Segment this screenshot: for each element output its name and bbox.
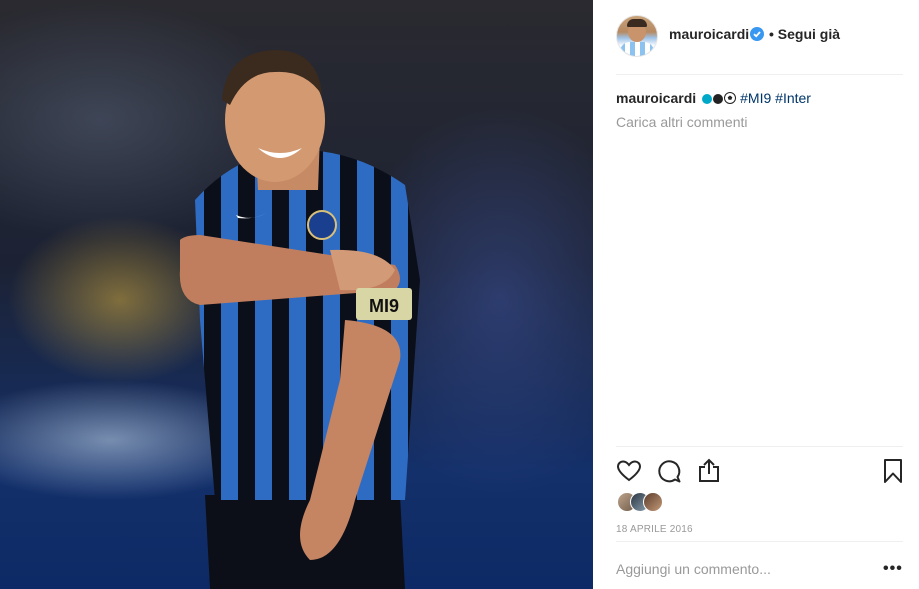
- blue-circle-emoji: [702, 94, 713, 104]
- jersey-shape: [195, 150, 420, 500]
- post-photo[interactable]: MI9: [0, 0, 593, 589]
- hashtag-link[interactable]: #MI9: [740, 90, 771, 106]
- hashtag-link[interactable]: #Inter: [775, 90, 811, 106]
- comment-divider: [616, 541, 903, 542]
- bookmark-icon[interactable]: [880, 458, 906, 484]
- more-options-icon[interactable]: •••: [883, 560, 903, 578]
- heart-icon[interactable]: [616, 458, 642, 484]
- post-actions-bar: [616, 458, 906, 484]
- player-illustration: MI9: [179, 50, 420, 589]
- actions-divider: [616, 446, 903, 447]
- caption-username-link[interactable]: mauroicardi: [616, 90, 696, 106]
- following-button[interactable]: • Segui già: [769, 26, 840, 42]
- soccer-ball-icon: [724, 90, 737, 104]
- liked-by-avatars[interactable]: [617, 492, 677, 512]
- verified-badge-icon: [750, 27, 764, 41]
- header-divider: [616, 74, 903, 75]
- load-more-comments-link[interactable]: Carica altri commenti: [616, 114, 747, 130]
- post-details-panel: mauroicardi • Segui già mauroicardi #MI9 …: [593, 0, 919, 589]
- username-link[interactable]: mauroicardi: [669, 26, 749, 42]
- post-date[interactable]: 18 APRILE 2016: [616, 524, 693, 535]
- avatar[interactable]: [616, 15, 658, 57]
- post-header: mauroicardi • Segui già: [593, 0, 919, 74]
- comment-input[interactable]: [616, 561, 856, 577]
- svg-text:MI9: MI9: [369, 296, 399, 316]
- avatar: [643, 492, 663, 512]
- black-circle-emoji: [713, 94, 724, 104]
- share-icon[interactable]: [696, 458, 722, 484]
- comment-icon[interactable]: [656, 458, 682, 484]
- post-caption: mauroicardi #MI9 #Inter: [616, 89, 811, 107]
